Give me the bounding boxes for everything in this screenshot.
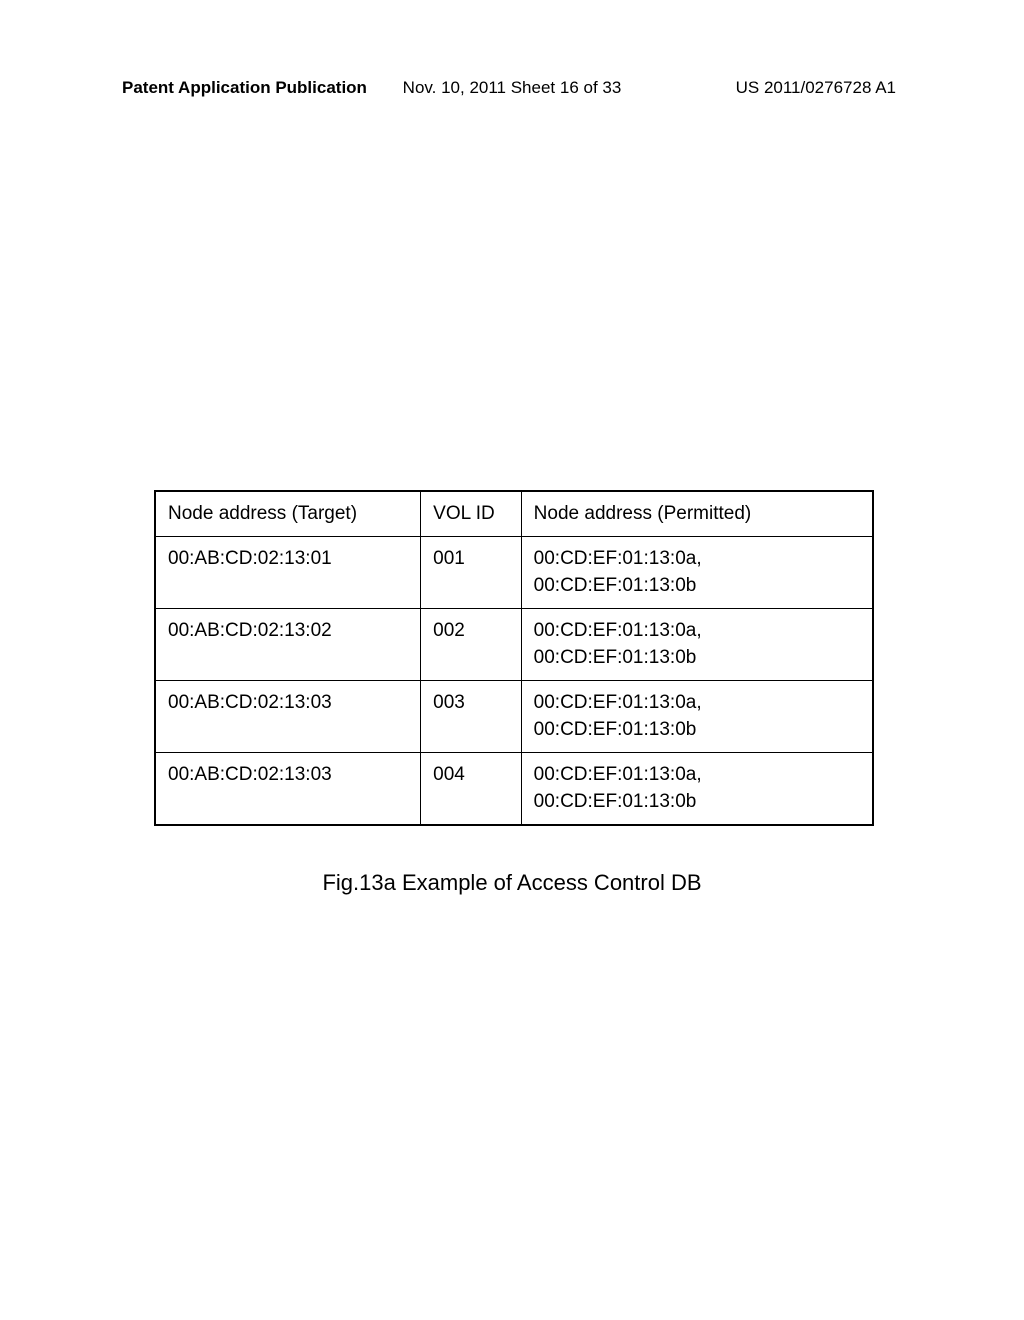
header-publication-label: Patent Application Publication [122,78,367,98]
permitted-line-a: 00:CD:EF:01:13:0a, [534,692,702,713]
permitted-line-b: 00:CD:EF:01:13:0b [534,647,697,668]
cell-vol: 004 [421,752,522,825]
permitted-line-a: 00:CD:EF:01:13:0a, [534,764,702,785]
page-header: Patent Application Publication Nov. 10, … [0,78,1024,98]
cell-vol: 003 [421,680,522,752]
permitted-line-a: 00:CD:EF:01:13:0a, [534,548,702,569]
permitted-line-b: 00:CD:EF:01:13:0b [534,791,697,812]
header-node-permitted: Node address (Permitted) [521,491,873,536]
cell-target: 00:AB:CD:02:13:01 [155,536,421,608]
permitted-line-b: 00:CD:EF:01:13:0b [534,575,697,596]
header-node-target: Node address (Target) [155,491,421,536]
cell-permitted: 00:CD:EF:01:13:0a, 00:CD:EF:01:13:0b [521,608,873,680]
cell-target: 00:AB:CD:02:13:03 [155,680,421,752]
table-row: 00:AB:CD:02:13:03 003 00:CD:EF:01:13:0a,… [155,680,873,752]
cell-target: 00:AB:CD:02:13:02 [155,608,421,680]
access-control-table: Node address (Target) VOL ID Node addres… [154,490,874,826]
cell-permitted: 00:CD:EF:01:13:0a, 00:CD:EF:01:13:0b [521,680,873,752]
cell-vol: 001 [421,536,522,608]
cell-permitted: 00:CD:EF:01:13:0a, 00:CD:EF:01:13:0b [521,752,873,825]
cell-vol: 002 [421,608,522,680]
figure-caption: Fig.13a Example of Access Control DB [0,870,1024,896]
table-header-row: Node address (Target) VOL ID Node addres… [155,491,873,536]
permitted-line-b: 00:CD:EF:01:13:0b [534,719,697,740]
content-area: Node address (Target) VOL ID Node addres… [154,490,874,826]
table-row: 00:AB:CD:02:13:03 004 00:CD:EF:01:13:0a,… [155,752,873,825]
cell-target: 00:AB:CD:02:13:03 [155,752,421,825]
header-date-sheet: Nov. 10, 2011 Sheet 16 of 33 [403,78,622,98]
table-row: 00:AB:CD:02:13:01 001 00:CD:EF:01:13:0a,… [155,536,873,608]
header-vol-id: VOL ID [421,491,522,536]
table-row: 00:AB:CD:02:13:02 002 00:CD:EF:01:13:0a,… [155,608,873,680]
permitted-line-a: 00:CD:EF:01:13:0a, [534,620,702,641]
header-patent-number: US 2011/0276728 A1 [736,78,896,98]
cell-permitted: 00:CD:EF:01:13:0a, 00:CD:EF:01:13:0b [521,536,873,608]
